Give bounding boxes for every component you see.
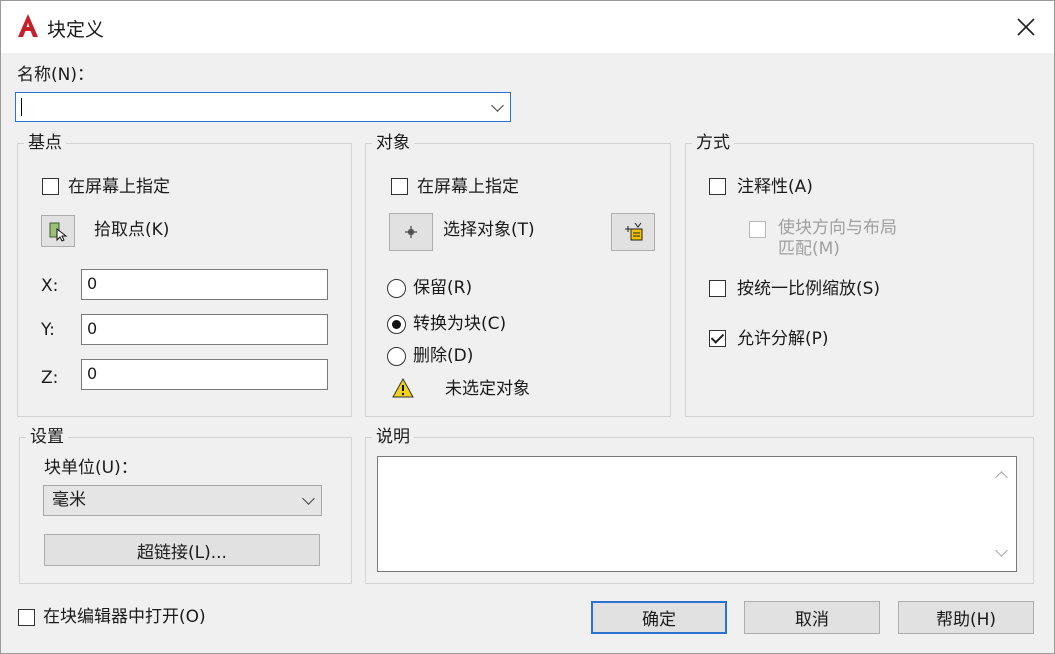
z-label: Z: [41, 368, 59, 388]
pick-point-label: 拾取点(K) [94, 220, 170, 240]
retain-label: 保留(R) [413, 278, 473, 298]
block-unit-select[interactable]: 毫米 [43, 485, 322, 516]
quick-select-icon [625, 222, 643, 241]
objects-specify-on-screen-checkbox[interactable] [391, 178, 408, 195]
settings-title: 设置 [26, 427, 68, 447]
y-label: Y: [41, 320, 55, 340]
x-label: X: [41, 276, 59, 296]
open-in-block-editor-label: 在块编辑器中打开(O) [43, 607, 206, 627]
name-combobox[interactable] [15, 92, 511, 122]
block-unit-label: 块单位(U)： [44, 458, 138, 478]
match-orientation-checkbox[interactable] [749, 221, 766, 238]
match-orientation-label-line1: 使块方向与布局 [778, 218, 897, 238]
scale-uniformly-label: 按统一比例缩放(S) [737, 279, 881, 299]
scroll-down-icon[interactable] [995, 544, 1008, 557]
select-objects-label: 选择对象(T) [443, 220, 535, 240]
quick-select-button[interactable] [611, 213, 655, 251]
chevron-down-icon[interactable] [302, 492, 315, 505]
delete-label: 删除(D) [413, 346, 474, 366]
crosshair-icon [405, 226, 417, 238]
description-title: 说明 [372, 427, 414, 447]
cancel-button[interactable]: 取消 [744, 601, 880, 634]
no-objects-selected-label: 未选定对象 [445, 379, 530, 399]
help-button[interactable]: 帮助(H) [898, 601, 1034, 634]
annotative-label: 注释性(A) [737, 177, 813, 197]
name-label: 名称(N)： [17, 65, 94, 85]
allow-exploding-label: 允许分解(P) [737, 329, 829, 349]
text-cursor [21, 98, 22, 116]
ok-button[interactable]: 确定 [591, 601, 727, 634]
x-input[interactable]: 0 [81, 269, 328, 300]
close-button[interactable] [998, 1, 1054, 53]
y-input[interactable]: 0 [81, 314, 328, 345]
hyperlink-button[interactable]: 超链接(L)... [44, 534, 320, 566]
pick-point-icon [49, 222, 68, 242]
allow-exploding-checkbox[interactable] [709, 330, 726, 347]
convert-to-block-label: 转换为块(C) [413, 314, 507, 334]
chevron-down-icon[interactable] [491, 99, 504, 112]
match-orientation-label-line2: 匹配(M) [778, 239, 840, 259]
autocad-logo-icon [17, 13, 39, 39]
convert-to-block-radio[interactable] [387, 315, 406, 334]
block-unit-value: 毫米 [52, 490, 86, 510]
description-textarea[interactable] [377, 456, 1017, 572]
pick-point-button[interactable] [41, 215, 75, 247]
base-specify-on-screen-label: 在屏幕上指定 [68, 177, 170, 197]
objects-specify-on-screen-label: 在屏幕上指定 [417, 177, 519, 197]
warning-icon [391, 377, 415, 399]
behavior-title: 方式 [692, 133, 734, 153]
delete-radio[interactable] [387, 347, 406, 366]
close-icon [1017, 18, 1035, 36]
title-bar: 块定义 [1, 1, 1054, 53]
select-objects-button[interactable] [389, 213, 433, 251]
base-specify-on-screen-checkbox[interactable] [42, 178, 59, 195]
retain-radio[interactable] [387, 279, 406, 298]
window-title: 块定义 [47, 19, 105, 41]
annotative-checkbox[interactable] [709, 178, 726, 195]
scroll-up-icon[interactable] [995, 471, 1008, 484]
base-point-title: 基点 [24, 133, 66, 153]
objects-title: 对象 [372, 133, 414, 153]
scale-uniformly-checkbox[interactable] [709, 280, 726, 297]
open-in-block-editor-checkbox[interactable] [18, 609, 35, 626]
block-definition-dialog: 块定义 名称(N)： 基点 在屏幕上指定 拾取点(K) X: 0 Y: 0 Z:… [0, 0, 1055, 654]
z-input[interactable]: 0 [81, 359, 328, 390]
